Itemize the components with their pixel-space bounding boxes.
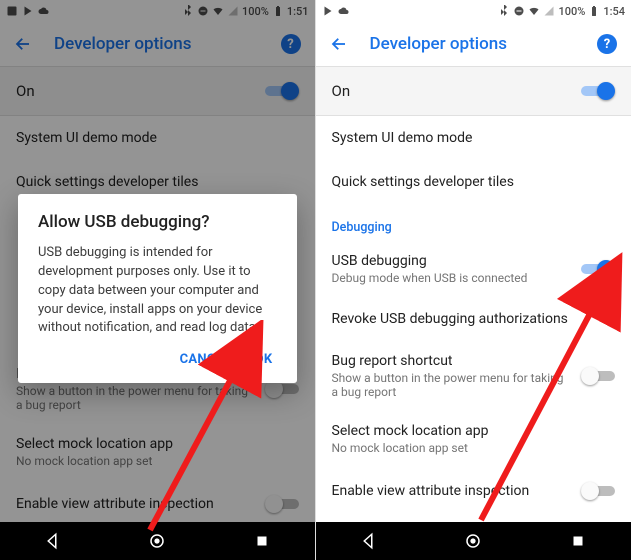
screenshot-right: 100% 1:54 Developer options ? On System … [316,0,631,560]
ok-button[interactable]: OK [255,352,273,367]
row-revoke-usb-auth[interactable]: Revoke USB debugging authorizations [316,297,631,341]
help-icon[interactable]: ? [597,34,617,54]
battery-icon [588,5,600,17]
master-toggle-row[interactable]: On [316,66,631,116]
usb-debugging-switch[interactable] [581,259,615,279]
usb-debugging-dialog: Allow USB debugging? USB debugging is in… [18,194,297,383]
bluetooth-icon [498,5,510,17]
dialog-title: Allow USB debugging? [38,212,277,232]
settings-list: On System UI demo mode Quick settings de… [316,66,631,559]
row-bug-report-shortcut[interactable]: Bug report shortcut Show a button in the… [316,341,631,411]
clock: 1:54 [603,5,625,18]
play-icon [322,5,334,17]
row-label: Bug report shortcut [332,353,572,369]
dnd-icon [513,5,525,17]
row-label: USB debugging [332,253,572,269]
nav-back-icon[interactable] [359,532,377,550]
row-label: Enable view attribute inspection [332,483,572,499]
cloud-icon [338,5,350,17]
row-sub: No mock location app set [332,441,616,455]
row-sub: Debug mode when USB is connected [332,271,572,285]
navigation-bar [0,522,315,560]
battery-percent: 100% [558,5,585,18]
master-label: On [332,82,572,100]
row-system-ui-demo[interactable]: System UI demo mode [316,116,631,160]
nav-recent-icon[interactable] [569,532,587,550]
row-label: System UI demo mode [332,130,616,146]
section-debugging: Debugging [316,204,631,241]
nav-recent-icon[interactable] [253,532,271,550]
row-label: Quick settings developer tiles [332,174,616,190]
app-bar: Developer options ? [316,22,631,66]
signal-icon [543,5,555,17]
master-switch[interactable] [581,81,615,101]
bug-report-switch[interactable] [581,366,615,386]
row-usb-debugging[interactable]: USB debugging Debug mode when USB is con… [316,241,631,297]
nav-back-icon[interactable] [43,532,61,550]
wifi-icon [528,5,540,17]
dialog-body: USB debugging is intended for developmen… [38,244,277,338]
row-quick-settings-tiles[interactable]: Quick settings developer tiles [316,160,631,204]
view-attr-switch[interactable] [581,481,615,501]
status-bar: 100% 1:54 [316,0,631,22]
nav-home-icon[interactable] [148,532,166,550]
row-mock-location[interactable]: Select mock location app No mock locatio… [316,411,631,467]
navigation-bar [316,522,631,560]
back-icon[interactable] [330,35,348,53]
screenshot-left: 100% 1:51 Developer options ? On System … [0,0,316,560]
row-label: Select mock location app [332,423,616,439]
cancel-button[interactable]: CANCEL [180,352,231,367]
nav-home-icon[interactable] [464,532,482,550]
row-label: Revoke USB debugging authorizations [332,311,616,327]
row-sub: Show a button in the power menu for taki… [332,371,572,399]
row-view-attribute-inspection[interactable]: Enable view attribute inspection [316,467,631,515]
page-title: Developer options [370,34,576,54]
